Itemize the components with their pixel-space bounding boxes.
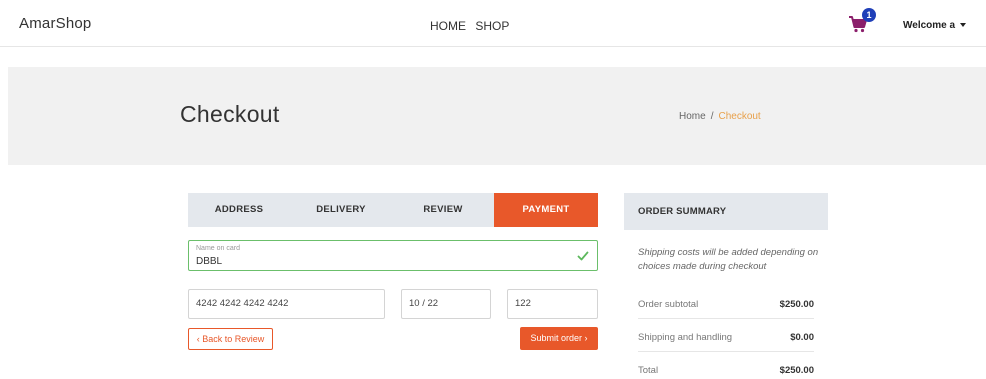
order-summary-note: Shipping costs will be added depending o… — [638, 247, 819, 272]
back-to-review-button[interactable]: ‹ Back to Review — [188, 328, 273, 350]
step-tab-payment[interactable]: PAYMENT — [494, 193, 598, 227]
caret-down-icon — [959, 23, 966, 27]
page-title: Checkout — [180, 101, 280, 127]
name-on-card-field[interactable]: Name on card DBBL — [188, 240, 598, 271]
page-banner: Checkout Home / Checkout — [8, 67, 986, 165]
summary-label: Order subtotal — [638, 299, 699, 310]
summary-value: $0.00 — [790, 332, 814, 343]
order-summary-title: ORDER SUMMARY — [624, 193, 828, 230]
cart-count-badge: 1 — [862, 8, 876, 22]
check-icon — [577, 251, 589, 261]
nav-link-home[interactable]: HOME — [430, 19, 466, 33]
summary-row-total: Total $250.00 — [638, 357, 814, 379]
summary-row-subtotal: Order subtotal $250.00 — [638, 291, 814, 319]
summary-value: $250.00 — [779, 365, 814, 376]
nav-link-shop[interactable]: SHOP — [475, 19, 509, 33]
main-nav: HOME SHOP — [430, 19, 515, 33]
name-on-card-label: Name on card — [196, 245, 240, 252]
checkout-steps: ADDRESS DELIVERY REVIEW PAYMENT — [188, 193, 598, 227]
welcome-label: Welcome a — [903, 20, 956, 31]
summary-label: Shipping and handling — [638, 332, 733, 343]
step-tab-review[interactable]: REVIEW — [392, 193, 494, 227]
brand-logo[interactable]: AmarShop — [19, 15, 91, 32]
name-on-card-value: DBBL — [196, 256, 223, 267]
cvc-input[interactable]: 122 — [507, 289, 598, 319]
user-menu[interactable]: Welcome a — [903, 20, 966, 31]
breadcrumb-separator: / — [710, 111, 714, 122]
step-tab-delivery[interactable]: DELIVERY — [290, 193, 392, 227]
summary-value: $250.00 — [779, 299, 814, 310]
step-tab-address[interactable]: ADDRESS — [188, 193, 290, 227]
summary-row-shipping: Shipping and handling $0.00 — [638, 324, 814, 352]
top-navbar: AmarShop HOME SHOP 1 Welcome a — [0, 0, 986, 47]
card-number-input[interactable]: 4242 4242 4242 4242 — [188, 289, 385, 319]
summary-label: Total — [638, 365, 659, 376]
submit-order-button[interactable]: Submit order › — [520, 327, 598, 350]
breadcrumb: Home / Checkout — [679, 111, 761, 122]
breadcrumb-current: Checkout — [718, 111, 761, 122]
breadcrumb-home[interactable]: Home — [679, 111, 706, 122]
expiry-input[interactable]: 10 / 22 — [401, 289, 491, 319]
